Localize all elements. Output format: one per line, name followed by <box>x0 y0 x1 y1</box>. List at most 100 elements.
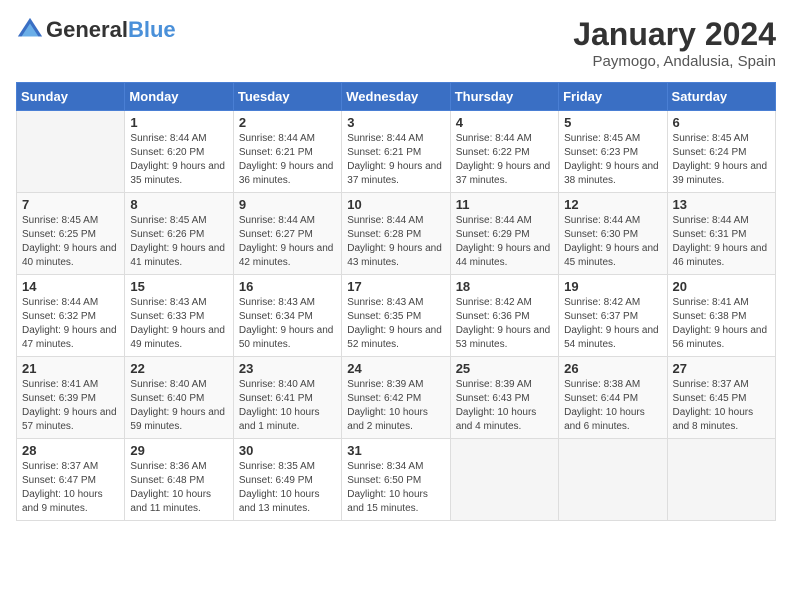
day-number: 12 <box>564 197 661 212</box>
day-number: 5 <box>564 115 661 130</box>
calendar-day-cell <box>559 439 667 521</box>
calendar-day-cell <box>667 439 775 521</box>
calendar-day-cell: 25 Sunrise: 8:39 AMSunset: 6:43 PMDayligh… <box>450 357 558 439</box>
day-number: 6 <box>673 115 770 130</box>
calendar-day-cell: 26Sunrise: 8:38 AMSunset: 6:44 PMDayligh… <box>559 357 667 439</box>
day-number: 10 <box>347 197 444 212</box>
day-info: Sunrise: 8:43 AMSunset: 6:35 PMDaylight:… <box>347 296 444 352</box>
calendar-day-cell: 18 Sunrise: 8:42 AMSunset: 6:36 PMDayligh… <box>450 275 558 357</box>
day-number: 27 <box>673 361 770 376</box>
day-info: Sunrise: 8:41 AMSunset: 6:38 PMDaylight:… <box>673 296 770 352</box>
day-number: 13 <box>673 197 770 212</box>
day-number: 9 <box>239 197 336 212</box>
calendar-day-cell: 13Sunrise: 8:44 AMSunset: 6:31 PMDayligh… <box>667 193 775 275</box>
day-number: 24 <box>347 361 444 376</box>
calendar-day-cell: 10 Sunrise: 8:44 AMSunset: 6:28 PMDayligh… <box>342 193 450 275</box>
day-info: Sunrise: 8:39 AMSunset: 6:43 PMDaylight:… <box>456 378 553 434</box>
calendar-day-cell: 1 Sunrise: 8:44 AMSunset: 6:20 PMDaylight… <box>125 111 233 193</box>
day-info: Sunrise: 8:45 AMSunset: 6:26 PMDaylight:… <box>130 214 227 270</box>
day-number: 21 <box>22 361 119 376</box>
day-info: Sunrise: 8:42 AMSunset: 6:37 PMDaylight:… <box>564 296 661 352</box>
calendar-day-cell: 19Sunrise: 8:42 AMSunset: 6:37 PMDayligh… <box>559 275 667 357</box>
day-info: Sunrise: 8:43 AMSunset: 6:33 PMDaylight:… <box>130 296 227 352</box>
calendar-day-cell: 21 Sunrise: 8:41 AMSunset: 6:39 PMDayligh… <box>17 357 125 439</box>
day-number: 28 <box>22 443 119 458</box>
weekday-header: Sunday <box>17 83 125 111</box>
weekday-header: Monday <box>125 83 233 111</box>
calendar-day-cell: 4 Sunrise: 8:44 AMSunset: 6:22 PMDaylight… <box>450 111 558 193</box>
day-number: 23 <box>239 361 336 376</box>
calendar-day-cell: 6 Sunrise: 8:45 AMSunset: 6:24 PMDaylight… <box>667 111 775 193</box>
calendar-day-cell: 16 Sunrise: 8:43 AMSunset: 6:34 PMDayligh… <box>233 275 341 357</box>
logo-icon <box>16 16 44 44</box>
day-info: Sunrise: 8:44 AMSunset: 6:20 PMDaylight:… <box>130 132 227 188</box>
day-info: Sunrise: 8:44 AMSunset: 6:30 PMDaylight:… <box>564 214 661 270</box>
month-year: January 2024 <box>573 16 776 53</box>
calendar-day-cell: 22Sunrise: 8:40 AMSunset: 6:40 PMDayligh… <box>125 357 233 439</box>
weekday-header-row: SundayMondayTuesdayWednesdayThursdayFrid… <box>17 83 776 111</box>
day-number: 11 <box>456 197 553 212</box>
calendar-week-row: 21 Sunrise: 8:41 AMSunset: 6:39 PMDayligh… <box>17 357 776 439</box>
calendar-day-cell: 30Sunrise: 8:35 AMSunset: 6:49 PMDayligh… <box>233 439 341 521</box>
day-info: Sunrise: 8:44 AMSunset: 6:32 PMDaylight:… <box>22 296 119 352</box>
day-number: 15 <box>130 279 227 294</box>
day-number: 1 <box>130 115 227 130</box>
day-number: 4 <box>456 115 553 130</box>
calendar-day-cell: 7 Sunrise: 8:45 AMSunset: 6:25 PMDaylight… <box>17 193 125 275</box>
day-info: Sunrise: 8:35 AMSunset: 6:49 PMDaylight:… <box>239 460 336 516</box>
day-info: Sunrise: 8:44 AMSunset: 6:22 PMDaylight:… <box>456 132 553 188</box>
calendar-week-row: 7 Sunrise: 8:45 AMSunset: 6:25 PMDaylight… <box>17 193 776 275</box>
day-number: 18 <box>456 279 553 294</box>
day-number: 20 <box>673 279 770 294</box>
calendar-day-cell: 8 Sunrise: 8:45 AMSunset: 6:26 PMDaylight… <box>125 193 233 275</box>
calendar-day-cell: 17 Sunrise: 8:43 AMSunset: 6:35 PMDayligh… <box>342 275 450 357</box>
day-number: 8 <box>130 197 227 212</box>
calendar-day-cell <box>17 111 125 193</box>
weekday-header: Tuesday <box>233 83 341 111</box>
calendar-day-cell: 24Sunrise: 8:39 AMSunset: 6:42 PMDayligh… <box>342 357 450 439</box>
day-info: Sunrise: 8:44 AMSunset: 6:21 PMDaylight:… <box>347 132 444 188</box>
day-info: Sunrise: 8:45 AMSunset: 6:25 PMDaylight:… <box>22 214 119 270</box>
weekday-header: Saturday <box>667 83 775 111</box>
logo-blue: Blue <box>128 17 176 43</box>
day-number: 26 <box>564 361 661 376</box>
day-info: Sunrise: 8:41 AMSunset: 6:39 PMDaylight:… <box>22 378 119 434</box>
day-info: Sunrise: 8:37 AMSunset: 6:45 PMDaylight:… <box>673 378 770 434</box>
calendar-day-cell: 20 Sunrise: 8:41 AMSunset: 6:38 PMDayligh… <box>667 275 775 357</box>
calendar-day-cell: 5 Sunrise: 8:45 AMSunset: 6:23 PMDaylight… <box>559 111 667 193</box>
calendar-day-cell: 11 Sunrise: 8:44 AMSunset: 6:29 PMDayligh… <box>450 193 558 275</box>
calendar-day-cell: 27 Sunrise: 8:37 AMSunset: 6:45 PMDayligh… <box>667 357 775 439</box>
day-number: 25 <box>456 361 553 376</box>
day-info: Sunrise: 8:44 AMSunset: 6:27 PMDaylight:… <box>239 214 336 270</box>
day-number: 7 <box>22 197 119 212</box>
day-info: Sunrise: 8:45 AMSunset: 6:23 PMDaylight:… <box>564 132 661 188</box>
day-info: Sunrise: 8:40 AMSunset: 6:41 PMDaylight:… <box>239 378 336 434</box>
logo-general: General <box>46 17 128 43</box>
calendar-day-cell: 29 Sunrise: 8:36 AMSunset: 6:48 PMDayligh… <box>125 439 233 521</box>
day-info: Sunrise: 8:37 AMSunset: 6:47 PMDaylight:… <box>22 460 119 516</box>
calendar-day-cell: 15 Sunrise: 8:43 AMSunset: 6:33 PMDayligh… <box>125 275 233 357</box>
calendar-day-cell: 3 Sunrise: 8:44 AMSunset: 6:21 PMDaylight… <box>342 111 450 193</box>
day-info: Sunrise: 8:43 AMSunset: 6:34 PMDaylight:… <box>239 296 336 352</box>
day-number: 14 <box>22 279 119 294</box>
day-info: Sunrise: 8:34 AMSunset: 6:50 PMDaylight:… <box>347 460 444 516</box>
calendar-day-cell: 31Sunrise: 8:34 AMSunset: 6:50 PMDayligh… <box>342 439 450 521</box>
calendar-day-cell: 23 Sunrise: 8:40 AMSunset: 6:41 PMDayligh… <box>233 357 341 439</box>
day-info: Sunrise: 8:36 AMSunset: 6:48 PMDaylight:… <box>130 460 227 516</box>
day-number: 2 <box>239 115 336 130</box>
day-number: 16 <box>239 279 336 294</box>
calendar-week-row: 28 Sunrise: 8:37 AMSunset: 6:47 PMDayligh… <box>17 439 776 521</box>
calendar-day-cell <box>450 439 558 521</box>
day-number: 3 <box>347 115 444 130</box>
day-number: 17 <box>347 279 444 294</box>
calendar-day-cell: 12 Sunrise: 8:44 AMSunset: 6:30 PMDayligh… <box>559 193 667 275</box>
title-block: January 2024 Paymogo, Andalusia, Spain <box>573 16 776 70</box>
day-number: 22 <box>130 361 227 376</box>
page-header: GeneralBlue January 2024 Paymogo, Andalu… <box>16 16 776 70</box>
day-info: Sunrise: 8:45 AMSunset: 6:24 PMDaylight:… <box>673 132 770 188</box>
day-info: Sunrise: 8:44 AMSunset: 6:28 PMDaylight:… <box>347 214 444 270</box>
calendar-day-cell: 2Sunrise: 8:44 AMSunset: 6:21 PMDaylight… <box>233 111 341 193</box>
day-info: Sunrise: 8:44 AMSunset: 6:29 PMDaylight:… <box>456 214 553 270</box>
day-number: 29 <box>130 443 227 458</box>
day-info: Sunrise: 8:42 AMSunset: 6:36 PMDaylight:… <box>456 296 553 352</box>
